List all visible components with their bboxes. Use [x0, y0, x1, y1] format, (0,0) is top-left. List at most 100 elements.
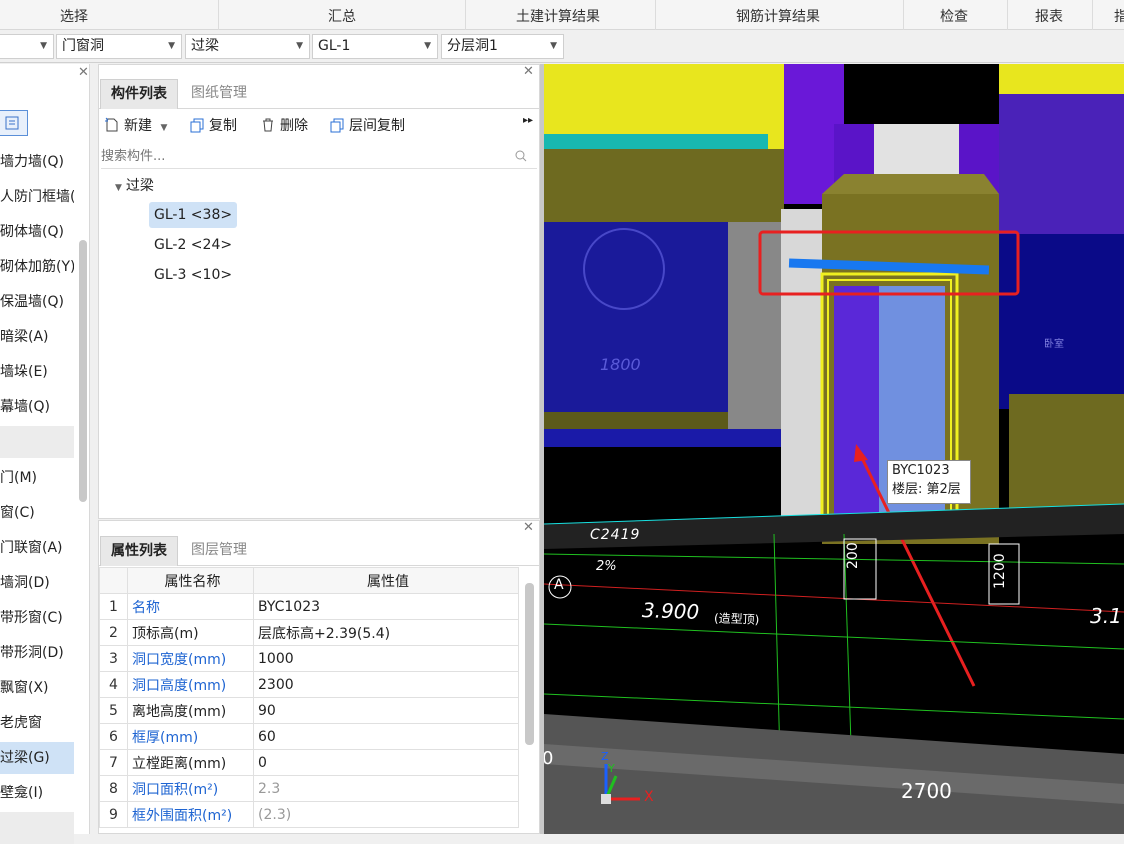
property-value[interactable]: 层底标高+2.39(5.4) — [253, 619, 519, 646]
gray-wall-edge — [728, 222, 781, 444]
close-icon[interactable]: ✕ — [78, 65, 89, 80]
close-icon[interactable]: ✕ — [523, 64, 534, 79]
property-name: 名称 — [127, 593, 254, 620]
category-item[interactable]: 墙力墙(Q) — [0, 146, 74, 178]
category-item[interactable]: 墙洞(D) — [0, 567, 74, 599]
axis-label-a: A — [554, 577, 564, 593]
tree-root-lintel[interactable]: ▼ 过梁 — [115, 175, 154, 195]
grid-line — [544, 553, 1124, 565]
label-1800: 1800 — [600, 355, 641, 374]
category-combo[interactable]: 门窗洞 ▼ — [56, 34, 182, 59]
property-value[interactable]: 2300 — [253, 671, 519, 698]
category-item[interactable]: 人防门框墙(. — [0, 181, 74, 213]
component-combo[interactable]: GL-1 ▼ — [312, 34, 438, 59]
ribbon-separator — [1007, 0, 1008, 30]
table-row[interactable]: 8 洞口面积(m²) 2.3 — [99, 775, 519, 802]
table-row[interactable]: 5 离地高度(mm) 90 — [99, 697, 519, 724]
table-row[interactable]: 9 框外围面积(m²) (2.3) — [99, 801, 519, 828]
category-item[interactable]: 保温墙(Q) — [0, 286, 74, 318]
3d-viewport[interactable]: C2419 1800 200 1200 3.900 (造型顶) 3.1 2700… — [544, 64, 1124, 834]
header-property-name: 属性名称 — [127, 567, 254, 594]
tab-property-list[interactable]: 属性列表 — [100, 536, 178, 566]
category-item[interactable]: 带形窗(C) — [0, 602, 74, 634]
copy-icon — [190, 118, 204, 133]
property-name: 洞口宽度(mm) — [127, 645, 254, 672]
category-item[interactable]: 壁龛(I) — [0, 777, 74, 809]
scrollbar-thumb[interactable] — [79, 240, 87, 502]
header-property-value: 属性值 — [253, 567, 519, 594]
tooltip-floor: 楼层: 第2层 — [892, 482, 961, 497]
table-row[interactable]: 4 洞口高度(mm) 2300 — [99, 671, 519, 698]
category-item[interactable]: 窗(C) — [0, 497, 74, 529]
category-combo-value: 门窗洞 — [62, 38, 104, 54]
ribbon-civil-results[interactable]: 土建计算结果 — [516, 6, 600, 26]
new-button[interactable]: 新建 ▼ — [104, 115, 167, 135]
property-value[interactable]: BYC1023 — [253, 593, 519, 620]
category-item[interactable]: 老虎窗 — [0, 707, 74, 739]
tree-item-gl2[interactable]: GL-2 <24> — [149, 232, 237, 258]
row-index: 9 — [99, 801, 128, 828]
row-index: 8 — [99, 775, 128, 802]
coord-label-y: Y — [608, 762, 615, 775]
ribbon-check[interactable]: 检查 — [940, 6, 968, 26]
floor-copy-button[interactable]: 层间复制 — [329, 115, 405, 135]
component-list-panel: ✕ 构件列表 图纸管理 新建 ▼ 复制 删除 层间复制 ▸▸ ▼过梁 GL-1 … — [98, 64, 540, 519]
ribbon-select[interactable]: 选择 — [60, 6, 88, 26]
chevron-down-icon[interactable]: ▼ — [160, 123, 167, 133]
table-row[interactable]: 6 框厚(mm) 60 — [99, 723, 519, 750]
property-value[interactable]: 0 — [253, 749, 519, 776]
table-row[interactable]: 3 洞口宽度(mm) 1000 — [99, 645, 519, 672]
table-row[interactable]: 2 顶标高(m) 层底标高+2.39(5.4) — [99, 619, 519, 646]
category-item[interactable]: 砌体加筋(Y) — [0, 251, 74, 283]
category-item[interactable]: 门(M) — [0, 462, 74, 494]
tree-item-gl3[interactable]: GL-3 <10> — [149, 262, 237, 288]
property-name: 离地高度(mm) — [127, 697, 254, 724]
3d-model-canvas[interactable] — [544, 64, 1124, 834]
trash-icon — [263, 118, 273, 132]
category-item[interactable]: 暗梁(A) — [0, 321, 74, 353]
ribbon-report[interactable]: 报表 — [1035, 6, 1063, 26]
floor-combo[interactable]: ▼ — [0, 34, 54, 59]
search-input[interactable] — [101, 145, 501, 167]
type-combo[interactable]: 过梁 ▼ — [185, 34, 310, 59]
row-index: 1 — [99, 593, 128, 620]
category-item-lintel[interactable]: 过梁(G) — [0, 742, 74, 774]
chevron-down-icon: ▼ — [40, 41, 47, 51]
property-value[interactable]: 60 — [253, 723, 519, 750]
property-tabs: 属性列表 图层管理 — [99, 536, 539, 566]
label-0: 0 — [544, 748, 554, 769]
chevron-down-icon[interactable]: ▼ — [115, 183, 122, 193]
category-group-header[interactable] — [0, 426, 74, 458]
tab-drawing-management[interactable]: 图纸管理 — [181, 79, 257, 109]
list-view-icon[interactable] — [0, 110, 28, 136]
close-icon[interactable]: ✕ — [523, 520, 534, 535]
category-item[interactable]: 带形洞(D) — [0, 637, 74, 669]
property-name: 立樘距离(mm) — [127, 749, 254, 776]
category-item[interactable]: 门联窗(A) — [0, 532, 74, 564]
tab-component-list[interactable]: 构件列表 — [100, 79, 178, 109]
more-arrow-icon[interactable]: ▸▸ — [523, 115, 533, 126]
property-table-header: 属性名称 属性值 — [99, 567, 519, 594]
property-value[interactable]: 1000 — [253, 645, 519, 672]
ribbon-separator — [655, 0, 656, 30]
property-value[interactable]: 90 — [253, 697, 519, 724]
tab-layer-management[interactable]: 图层管理 — [181, 536, 257, 566]
category-item[interactable]: 幕墙(Q) — [0, 391, 74, 423]
category-group-header[interactable] — [0, 812, 74, 844]
property-name: 洞口高度(mm) — [127, 671, 254, 698]
delete-button[interactable]: 删除 — [260, 115, 308, 135]
table-row[interactable]: 7 立樘距离(mm) 0 — [99, 749, 519, 776]
ribbon-rebar-results[interactable]: 钢筋计算结果 — [736, 6, 820, 26]
ribbon-summary[interactable]: 汇总 — [328, 6, 356, 26]
tree-item-gl1[interactable]: GL-1 <38> — [149, 202, 238, 228]
label-1200: 1200 — [992, 553, 1008, 589]
ribbon-more[interactable]: 指 — [1114, 6, 1124, 26]
scrollbar-thumb[interactable] — [525, 583, 534, 745]
search-icon[interactable] — [515, 150, 527, 162]
layer-combo[interactable]: 分层洞1 ▼ — [441, 34, 564, 59]
copy-button[interactable]: 复制 — [189, 115, 237, 135]
category-item[interactable]: 砌体墙(Q) — [0, 216, 74, 248]
category-item[interactable]: 飘窗(X) — [0, 672, 74, 704]
category-item[interactable]: 墙垛(E) — [0, 356, 74, 388]
table-row[interactable]: 1 名称 BYC1023 — [99, 593, 519, 620]
